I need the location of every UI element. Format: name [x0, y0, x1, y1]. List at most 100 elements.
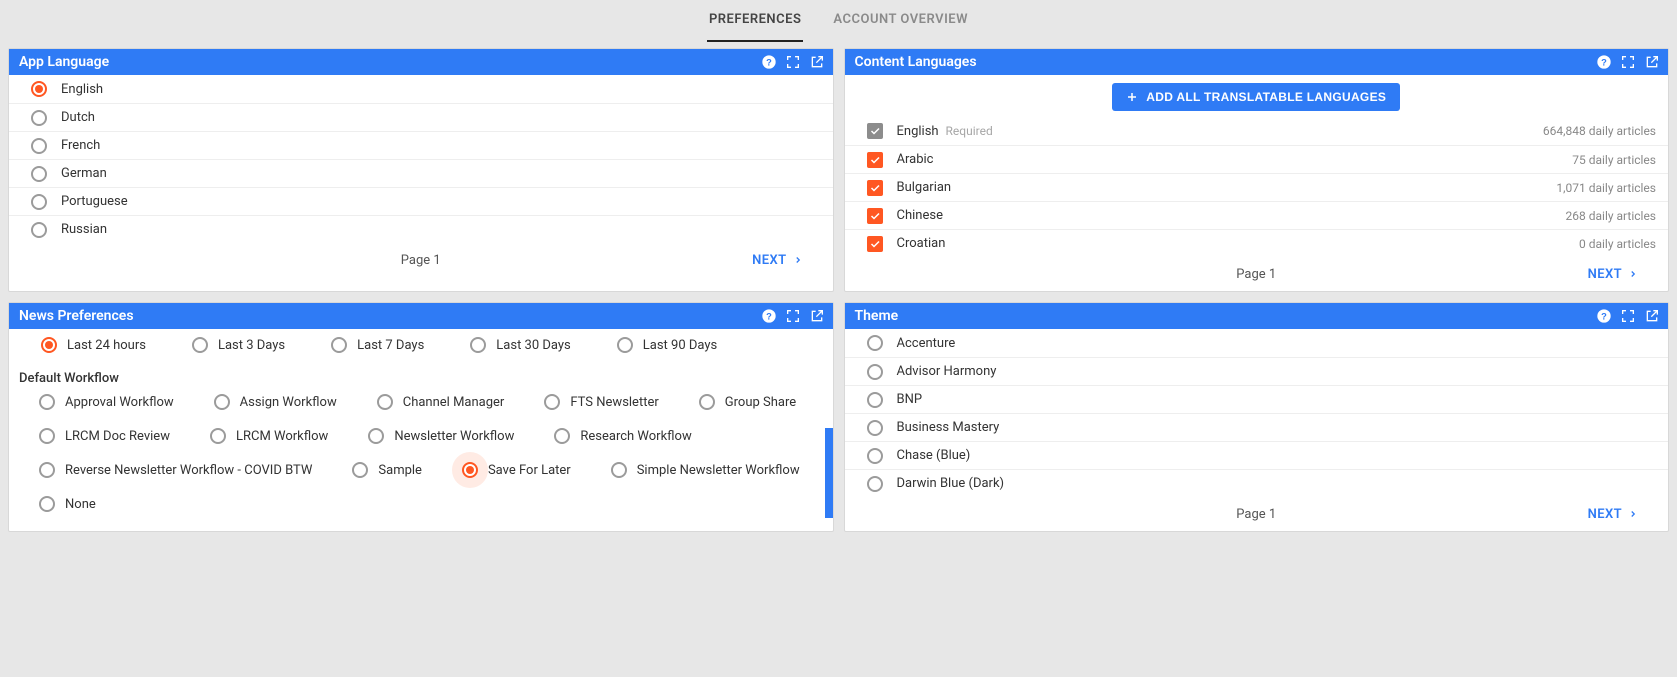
checkbox[interactable]: [867, 152, 883, 168]
fullscreen-icon[interactable]: [785, 54, 801, 70]
list-item[interactable]: English Required664,848 daily articles: [845, 117, 1669, 145]
option-label: Bulgarian: [897, 180, 952, 195]
list-item[interactable]: Accenture: [845, 329, 1669, 357]
list-item[interactable]: Business Mastery: [845, 413, 1669, 441]
list-item[interactable]: Advisor Harmony: [845, 357, 1669, 385]
checkbox[interactable]: [867, 236, 883, 252]
radio-button[interactable]: [31, 81, 47, 97]
svg-text:?: ?: [766, 57, 772, 67]
radio-button[interactable]: [544, 394, 560, 410]
radio-button[interactable]: [867, 476, 883, 492]
radio-button[interactable]: [39, 496, 55, 512]
fullscreen-icon[interactable]: [785, 308, 801, 324]
open-new-icon[interactable]: [1644, 308, 1660, 324]
radio-button[interactable]: [867, 392, 883, 408]
radio-button[interactable]: [867, 420, 883, 436]
radio-button[interactable]: [867, 335, 883, 351]
list-item[interactable]: German: [9, 159, 833, 187]
fullscreen-icon[interactable]: [1620, 54, 1636, 70]
panel-content-languages: Content Languages ? ADD ALL TRANSLATABLE…: [844, 48, 1670, 292]
radio-button[interactable]: [39, 394, 55, 410]
open-new-icon[interactable]: [809, 54, 825, 70]
list-item[interactable]: Bulgarian1,071 daily articles: [845, 173, 1669, 201]
workflow-option[interactable]: Newsletter Workflow: [368, 428, 514, 444]
list-item[interactable]: Chase (Blue): [845, 441, 1669, 469]
workflow-option[interactable]: Assign Workflow: [214, 394, 337, 410]
workflow-option[interactable]: Approval Workflow: [39, 394, 174, 410]
article-count: 664,848 daily articles: [1543, 124, 1656, 138]
radio-button[interactable]: [31, 138, 47, 154]
radio-button[interactable]: [867, 364, 883, 380]
radio-button[interactable]: [368, 428, 384, 444]
workflow-option[interactable]: FTS Newsletter: [544, 394, 658, 410]
tab-account-overview[interactable]: ACCOUNT OVERVIEW: [831, 10, 970, 42]
option-label: Reverse Newsletter Workflow - COVID BTW: [65, 463, 312, 478]
open-new-icon[interactable]: [1644, 54, 1660, 70]
workflow-option[interactable]: Save For Later: [462, 462, 571, 478]
list-item[interactable]: Arabic75 daily articles: [845, 145, 1669, 173]
date-option[interactable]: Last 90 Days: [617, 337, 717, 353]
radio-button[interactable]: [39, 462, 55, 478]
option-label: LRCM Doc Review: [65, 429, 170, 444]
radio-button[interactable]: [470, 337, 486, 353]
list-item[interactable]: Portuguese: [9, 187, 833, 215]
workflow-option[interactable]: Simple Newsletter Workflow: [611, 462, 800, 478]
workflow-option[interactable]: Group Share: [699, 394, 796, 410]
radio-button[interactable]: [31, 194, 47, 210]
scrollbar-handle[interactable]: [825, 428, 833, 518]
option-label: Chinese: [897, 208, 943, 223]
radio-button[interactable]: [554, 428, 570, 444]
list-item[interactable]: French: [9, 131, 833, 159]
help-icon[interactable]: ?: [761, 308, 777, 324]
date-option[interactable]: Last 7 Days: [331, 337, 424, 353]
option-label: Croatian: [897, 236, 946, 251]
add-all-languages-button[interactable]: ADD ALL TRANSLATABLE LANGUAGES: [1112, 83, 1400, 111]
radio-button[interactable]: [31, 110, 47, 126]
panel-title: Theme: [855, 308, 899, 324]
next-button[interactable]: NEXT: [752, 253, 802, 268]
radio-button[interactable]: [331, 337, 347, 353]
open-new-icon[interactable]: [809, 308, 825, 324]
list-item[interactable]: Russian: [9, 215, 833, 243]
next-button[interactable]: NEXT: [1588, 507, 1638, 522]
tab-preferences[interactable]: PREFERENCES: [707, 10, 803, 42]
workflow-option[interactable]: Channel Manager: [377, 394, 505, 410]
radio-button[interactable]: [699, 394, 715, 410]
radio-button[interactable]: [352, 462, 368, 478]
workflow-option[interactable]: Reverse Newsletter Workflow - COVID BTW: [39, 462, 312, 478]
help-icon[interactable]: ?: [1596, 54, 1612, 70]
date-option[interactable]: Last 3 Days: [192, 337, 285, 353]
workflow-option[interactable]: None: [39, 496, 96, 512]
radio-button[interactable]: [867, 448, 883, 464]
help-icon[interactable]: ?: [1596, 308, 1612, 324]
list-item[interactable]: Dutch: [9, 103, 833, 131]
workflow-option[interactable]: Sample: [352, 462, 422, 478]
list-item[interactable]: English: [9, 75, 833, 103]
radio-button[interactable]: [210, 428, 226, 444]
help-icon[interactable]: ?: [761, 54, 777, 70]
radio-button[interactable]: [617, 337, 633, 353]
fullscreen-icon[interactable]: [1620, 308, 1636, 324]
checkbox[interactable]: [867, 208, 883, 224]
workflow-option[interactable]: LRCM Doc Review: [39, 428, 170, 444]
date-option[interactable]: Last 24 hours: [41, 337, 146, 353]
workflow-option[interactable]: Research Workflow: [554, 428, 691, 444]
radio-button[interactable]: [377, 394, 393, 410]
radio-button[interactable]: [41, 337, 57, 353]
date-option[interactable]: Last 30 Days: [470, 337, 570, 353]
workflow-option[interactable]: LRCM Workflow: [210, 428, 328, 444]
radio-button[interactable]: [31, 166, 47, 182]
list-item[interactable]: BNP: [845, 385, 1669, 413]
next-button[interactable]: NEXT: [1588, 267, 1638, 282]
list-item[interactable]: Croatian0 daily articles: [845, 229, 1669, 257]
radio-button[interactable]: [31, 222, 47, 238]
list-item[interactable]: Chinese268 daily articles: [845, 201, 1669, 229]
checkbox[interactable]: [867, 180, 883, 196]
svg-text:?: ?: [1601, 311, 1607, 321]
radio-button[interactable]: [611, 462, 627, 478]
radio-button[interactable]: [39, 428, 55, 444]
list-item[interactable]: Darwin Blue (Dark): [845, 469, 1669, 497]
radio-button[interactable]: [192, 337, 208, 353]
radio-button[interactable]: [214, 394, 230, 410]
radio-button[interactable]: [462, 462, 478, 478]
